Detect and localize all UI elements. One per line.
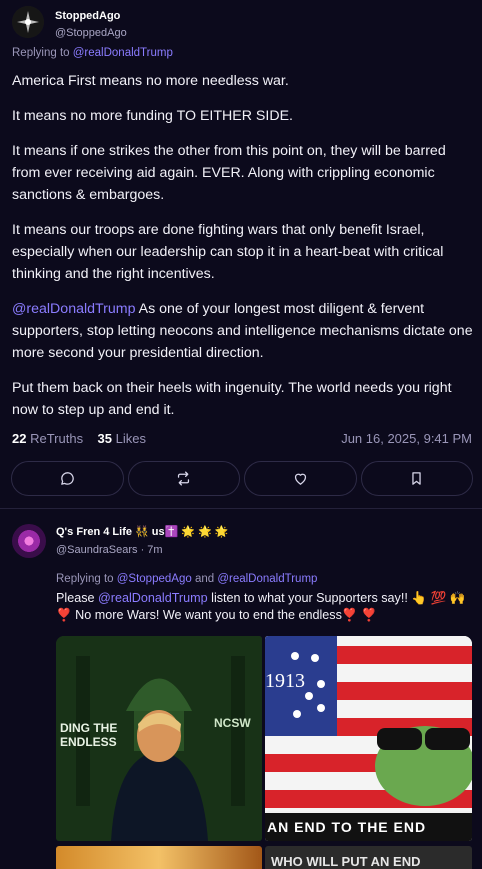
reply-icon (60, 472, 74, 485)
post-paragraph: It means no more funding TO EITHER SIDE. (12, 108, 293, 124)
image-caption-left: DING THE ENDLESS (60, 721, 118, 749)
reply-text-before: Please (56, 591, 99, 605)
post-stats: 22 ReTruths 35 Likes Jun 16, 2025, 9:41 … (12, 431, 472, 449)
post-timestamp: Jun 16, 2025, 9:41 PM (341, 431, 472, 446)
retruth-button[interactable] (127, 461, 240, 496)
replying-and: and (194, 573, 215, 585)
bookmark-icon (412, 472, 421, 485)
post-paragraph: Put them back on their heels with ingenu… (12, 380, 452, 418)
reply-time: · 7m (140, 544, 163, 556)
like-icon (294, 473, 306, 485)
post-actions (11, 461, 473, 496)
reply-button[interactable] (11, 461, 124, 496)
post-paragraph: It means if one strikes the other from t… (12, 143, 446, 203)
media-image[interactable]: 1913 AN END TO THE END (265, 636, 472, 841)
replying-to: Replying to @realDonaldTrump (12, 47, 173, 59)
avatar[interactable] (12, 6, 44, 38)
replying-to-link[interactable]: @realDonaldTrump (217, 573, 317, 585)
media-image[interactable]: WHO WILL PUT AN END (265, 846, 472, 869)
image-banner: WHO WILL PUT AN END (271, 854, 421, 869)
image-caption-right: NCSW (214, 716, 251, 730)
replying-to-link[interactable]: @realDonaldTrump (73, 47, 173, 59)
mention-link[interactable]: @realDonaldTrump (98, 591, 208, 605)
reply-avatar[interactable] (12, 524, 46, 558)
post-paragraph: America First means no more needless war… (12, 73, 289, 89)
image-flag-text: 1913 (265, 670, 305, 692)
image-banner: AN END TO THE END (267, 819, 427, 835)
replying-prefix: Replying to (12, 47, 70, 59)
post-body: America First means no more needless war… (12, 70, 474, 434)
mention-link[interactable]: @realDonaldTrump (12, 301, 135, 317)
replying-to-link[interactable]: @StoppedAgo (117, 573, 192, 585)
divider (0, 508, 482, 509)
media-image[interactable] (56, 846, 262, 869)
retruth-icon (178, 471, 190, 486)
reply-handle[interactable]: @SaundraSears (56, 544, 138, 556)
retruths-label[interactable]: ReTruths (30, 431, 83, 446)
retruths-count[interactable]: 22 (12, 431, 26, 446)
bookmark-button[interactable] (360, 461, 473, 496)
reply-media-grid: DING THE ENDLESS NCSW 1913 AN END TO THE… (56, 636, 472, 869)
author-name[interactable]: StoppedAgo (55, 10, 120, 22)
reply-replying-to: Replying to @StoppedAgo and @realDonaldT… (56, 573, 317, 585)
like-button[interactable] (244, 461, 357, 496)
likes-count[interactable]: 35 (98, 431, 112, 446)
likes-label[interactable]: Likes (116, 431, 146, 446)
avatar-image-icon (12, 6, 44, 38)
reply-author-handle: @SaundraSears · 7m (56, 544, 163, 556)
reply-body: Please @realDonaldTrump listen to what y… (56, 590, 471, 624)
post-paragraph: It means our troops are done fighting wa… (12, 222, 444, 282)
reply-author-name[interactable]: Q's Fren 4 Life 👯 us✝️ 🌟 🌟 🌟 (56, 525, 229, 538)
post-paragraph-mention: @realDonaldTrump As one of your longest … (12, 298, 474, 364)
author-handle[interactable]: @StoppedAgo (55, 27, 127, 39)
replying-prefix: Replying to (56, 573, 114, 585)
media-image[interactable]: DING THE ENDLESS NCSW (56, 636, 262, 841)
